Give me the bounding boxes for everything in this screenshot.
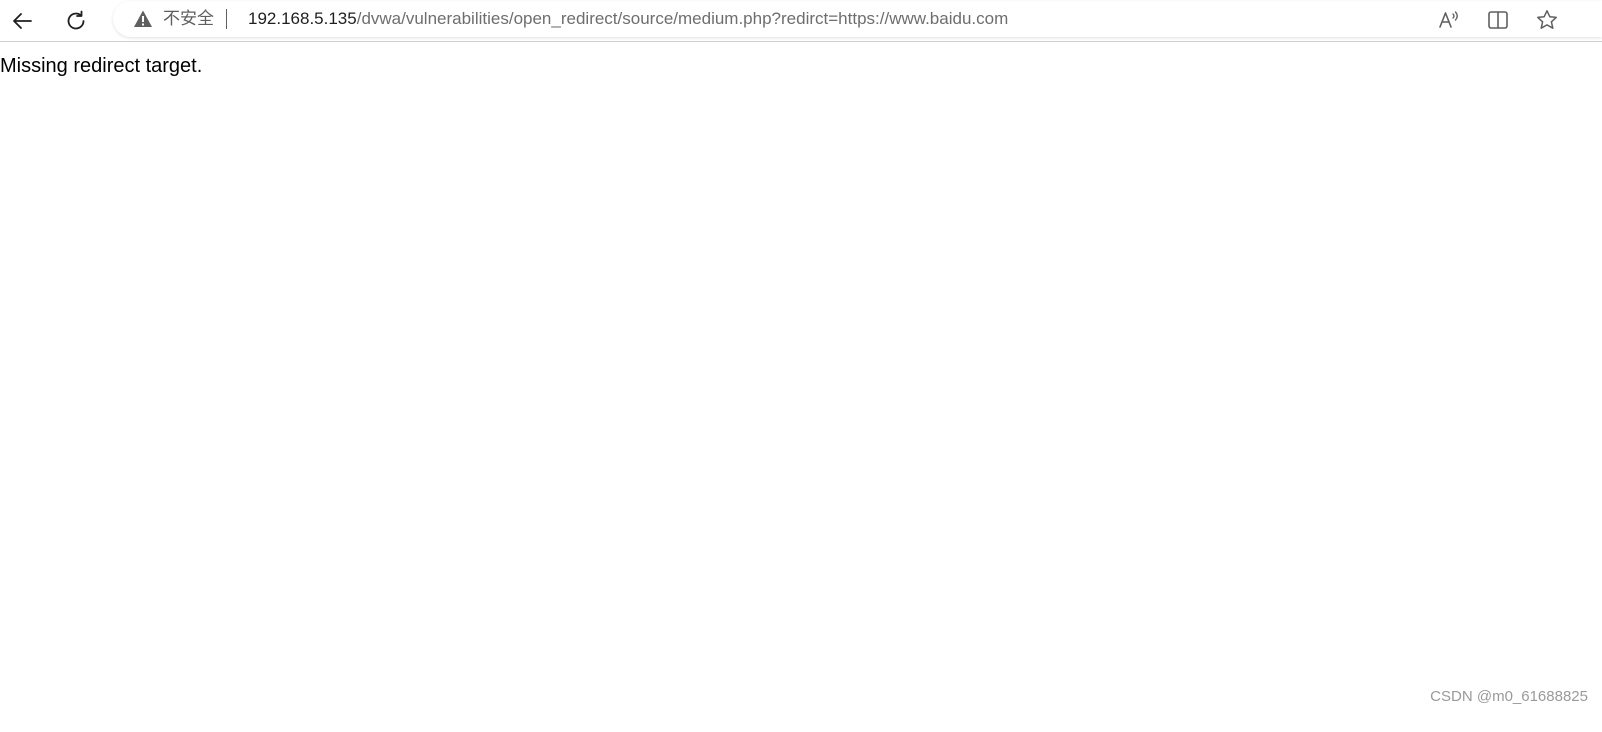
- favorite-button[interactable]: [1534, 7, 1560, 33]
- split-screen-icon: [1488, 11, 1508, 29]
- url-host: 192.168.5.135: [248, 9, 357, 28]
- watermark-text: CSDN @m0_61688825: [1430, 688, 1588, 705]
- split-screen-button[interactable]: [1485, 7, 1511, 33]
- back-button[interactable]: [5, 4, 39, 38]
- url-path: /dvwa/vulnerabilities/open_redirect/sour…: [356, 9, 1009, 28]
- address-separator: [226, 9, 227, 29]
- security-status-label[interactable]: 不安全: [163, 9, 214, 29]
- browser-toolbar: 不安全 192.168.5.135/dvwa/vulnerabilities/o…: [0, 0, 1602, 42]
- favorite-star-icon: [1537, 10, 1557, 29]
- reload-button[interactable]: [59, 4, 93, 38]
- read-aloud-icon: [1439, 11, 1458, 28]
- back-arrow-icon: [13, 13, 32, 29]
- read-aloud-button[interactable]: [1436, 7, 1462, 33]
- page-message: Missing redirect target.: [0, 55, 203, 77]
- url-text[interactable]: 192.168.5.135/dvwa/vulnerabilities/open_…: [248, 9, 1008, 29]
- warning-icon[interactable]: [133, 9, 153, 29]
- reload-icon: [67, 10, 85, 30]
- address-bar[interactable]: 不安全 192.168.5.135/dvwa/vulnerabilities/o…: [113, 1, 1602, 37]
